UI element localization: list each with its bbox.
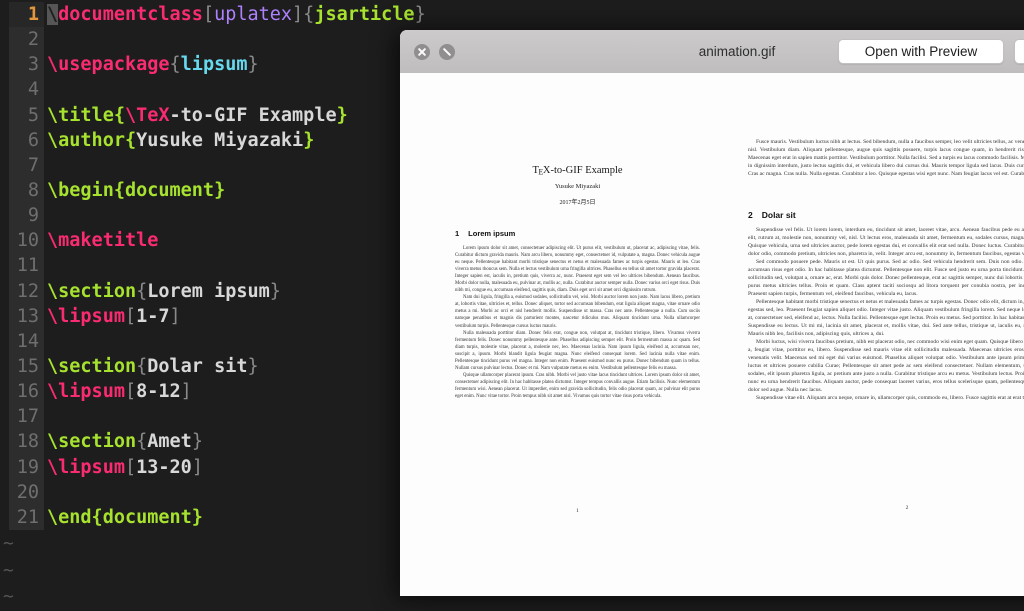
line-number: 14	[9, 328, 44, 354]
line-number: 13	[9, 303, 44, 329]
line-number: 15	[9, 353, 44, 380]
code-text: \usepackage{lipsum}	[47, 54, 259, 76]
gif-preview-content[interactable]: TEX-to-GIF Example Yusuke Miyazaki 2017年…	[400, 73, 1024, 596]
page2-body-text: Suspendisse vel felis. Ut lorem lorem, i…	[748, 226, 1024, 402]
line-number: 11	[9, 253, 44, 279]
line-number: 21	[9, 504, 44, 530]
line-number: 16	[9, 379, 44, 405]
line-number: 6	[9, 127, 44, 153]
editor-line[interactable]: 1 \documentclass[uplatex]{jsarticle}	[0, 2, 1024, 28]
line-number: 8	[9, 177, 44, 204]
code-text: \section{Lorem ipsum}	[47, 280, 281, 302]
vim-tilde: ~	[3, 559, 14, 581]
page1-body-text: Lorem ipsum dolor sit amet, consectetuer…	[455, 245, 700, 400]
line-number: 10	[9, 228, 44, 254]
code-text: \title{\TeX-to-GIF Example}	[47, 104, 348, 126]
page2-body-text-top: Fusce mauris. Vestibulum luctus nibh at …	[748, 138, 1024, 178]
line-number: 2	[9, 27, 44, 53]
line-number: 19	[9, 454, 44, 480]
doc-paragraph-clipped: Suspendisse vitae elit. Aliquam arcu neq…	[756, 395, 1024, 401]
line-number: 18	[9, 429, 44, 455]
line-number: 3	[9, 52, 44, 78]
doc-paragraph: Lorem ipsum dolor sit amet, consectetuer…	[455, 246, 700, 294]
vim-tilde: ~	[3, 586, 14, 607]
doc-paragraph: Nulla malesuada porttitor diam. Donec fe…	[455, 330, 700, 371]
code-text: \maketitle	[47, 230, 159, 252]
line-number: 9	[9, 203, 44, 229]
section-heading-1: 1 Lorem ipsum	[455, 229, 516, 238]
doc-paragraph: Pellentesque habitant morbi tristique se…	[748, 299, 1024, 337]
line-number: 1	[9, 2, 44, 28]
editor-empty-lines: ~ ~ ~	[3, 531, 14, 611]
screen: { "colors": { "keyword_pink": "#fa2b73",…	[0, 0, 1024, 607]
code-text: \section{Amet}	[47, 431, 203, 453]
doc-paragraph: Sed commodo posuere pede. Mauris ut est.…	[748, 259, 1024, 297]
line-number: 20	[9, 479, 44, 505]
quicklook-titlebar[interactable]: animation.gif Open with Preview	[400, 30, 1024, 74]
code-text: \end{document}	[47, 506, 203, 528]
code-text: \begin{document}	[47, 179, 226, 201]
vim-tilde: ~	[3, 533, 14, 554]
line-number: 5	[9, 102, 44, 128]
code-text: \author{Yusuke Miyazaki}	[47, 129, 315, 151]
doc-paragraph: Quisque ullamcorper placerat ipsum. Cras…	[455, 372, 700, 399]
doc-author: Yusuke Miyazaki	[554, 183, 601, 190]
line-number: 4	[9, 77, 44, 103]
doc-date: 2017年2月5日	[559, 200, 596, 206]
code-text: \section{Dolar sit}	[47, 355, 259, 377]
line-number: 17	[9, 404, 44, 430]
doc-paragraph: Morbi luctus, wisi viverra faucibus pret…	[748, 339, 1024, 393]
open-with-preview-button[interactable]: Open with Preview	[838, 39, 1004, 64]
partial-clipped-button[interactable]	[1014, 39, 1024, 64]
code-text: \lipsum[1-7]	[47, 305, 181, 327]
page2-number: 2	[905, 505, 909, 511]
doc-paragraph: Suspendisse vel felis. Ut lorem lorem, i…	[748, 227, 1024, 257]
code-text: \lipsum[13-20]	[47, 456, 203, 478]
doc-paragraph: Fusce mauris. Vestibulum luctus nibh at …	[748, 139, 1024, 177]
doc-paragraph: Nam dui ligula, fringilla a, euismod sod…	[455, 295, 700, 329]
line-number: 7	[9, 152, 44, 178]
code-text: \documentclass[uplatex]{jsarticle}	[47, 4, 426, 25]
quicklook-window: animation.gif Open with Preview TEX-to-G…	[400, 30, 1024, 596]
section-heading-2: 2 Dolar sit	[748, 210, 796, 220]
code-text: \lipsum[8-12]	[47, 381, 192, 403]
doc-title: TEX-to-GIF Example	[532, 165, 623, 177]
page1-number: 1	[576, 508, 579, 514]
line-number: 12	[9, 278, 44, 304]
